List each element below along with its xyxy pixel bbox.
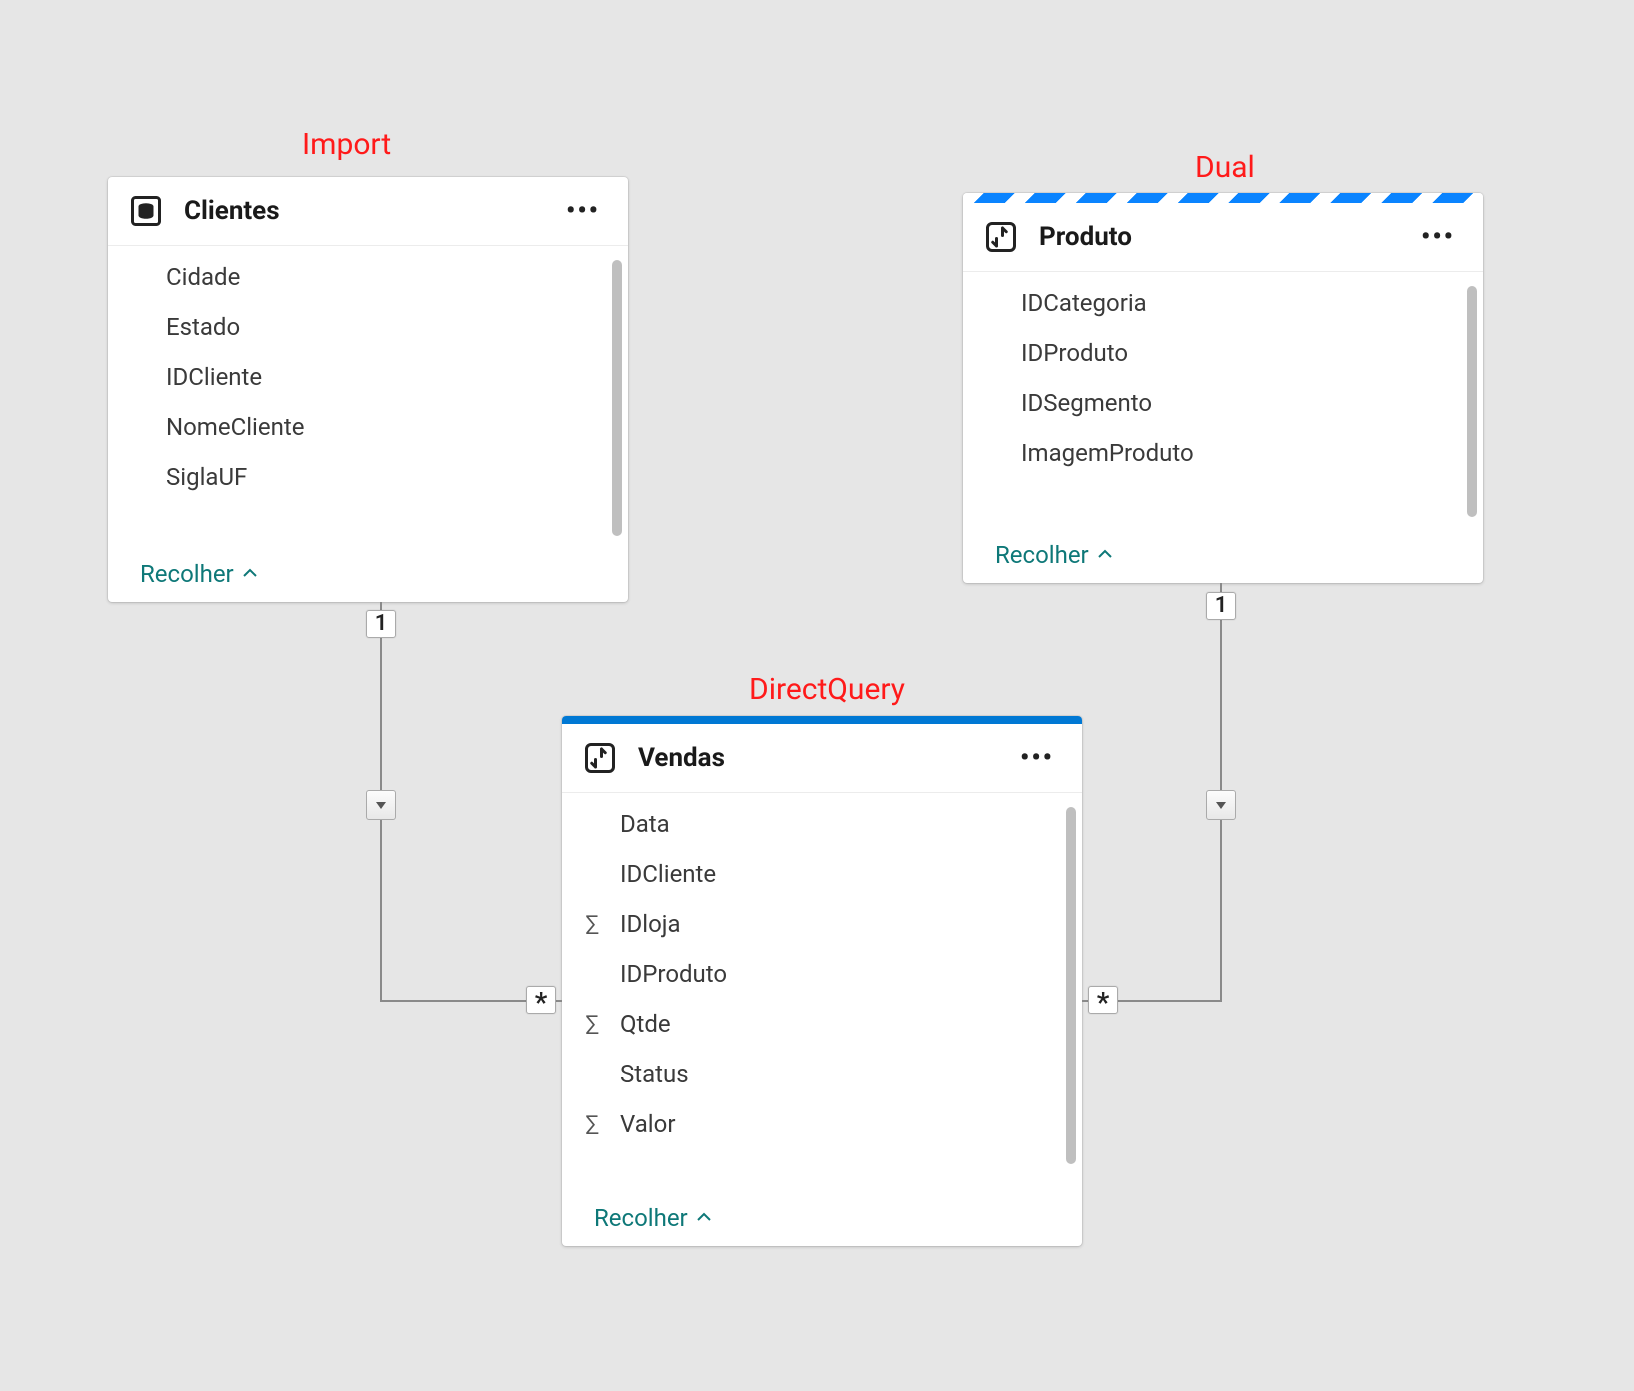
field-row[interactable]: SiglaUF [108,452,628,502]
table-header-produto[interactable]: Produto ••• [963,203,1483,272]
field-label: Cidade [158,263,240,291]
field-label: IDCliente [612,860,716,888]
field-label: IDProduto [1013,339,1128,367]
cardinality-many-badge: * [526,986,556,1014]
field-label: Qtde [612,1010,671,1038]
field-list: Cidade Estado IDCliente NomeCliente Sigl… [108,246,628,550]
sigma-icon: ∑ [572,1012,612,1037]
cardinality-one-badge: 1 [366,610,396,638]
filter-direction-icon [1206,790,1236,820]
field-label: IDSegmento [1013,389,1152,417]
field-label: Data [612,810,670,838]
field-row[interactable]: ∑Valor [562,1099,1082,1149]
field-row[interactable]: Data [562,799,1082,849]
field-label: Valor [612,1110,675,1138]
chevron-up-icon [242,565,258,581]
collapse-label: Recolher [594,1204,688,1232]
table-card-clientes[interactable]: Clientes ••• Cidade Estado IDCliente Nom… [108,177,628,602]
table-title: Clientes [184,196,560,226]
field-label: IDCategoria [1013,289,1147,317]
field-label: Estado [158,313,240,341]
table-card-vendas[interactable]: Vendas ••• Data IDCliente ∑IDloja IDProd… [562,716,1082,1246]
field-row[interactable]: ∑IDloja [562,899,1082,949]
field-row[interactable]: NomeCliente [108,402,628,452]
scrollbar[interactable] [1066,807,1076,1164]
field-label: NomeCliente [158,413,304,441]
field-label: SiglaUF [158,463,247,491]
field-label: ImagemProduto [1013,439,1194,467]
field-row[interactable]: Cidade [108,252,628,302]
cardinality-many-badge: * [1088,986,1118,1014]
field-row[interactable]: Status [562,1049,1082,1099]
collapse-toggle[interactable]: Recolher [108,550,628,602]
chevron-up-icon [1097,546,1113,562]
filter-direction-icon [366,790,396,820]
storage-mode-label-dual: Dual [1195,150,1255,185]
chevron-up-icon [696,1209,712,1225]
field-row[interactable]: IDSegmento [963,378,1483,428]
field-label: IDCliente [158,363,262,391]
storage-mode-label-directquery: DirectQuery [749,672,905,707]
table-title: Vendas [638,743,1014,773]
field-list: Data IDCliente ∑IDloja IDProduto ∑Qtde S… [562,793,1082,1194]
field-row[interactable]: ImagemProduto [963,428,1483,478]
collapse-toggle[interactable]: Recolher [963,531,1483,583]
model-canvas: { "labels": { "import": "Import", "dual"… [0,0,1634,1391]
field-label: IDProduto [612,960,727,988]
field-row[interactable]: ∑Qtde [562,999,1082,1049]
collapse-label: Recolher [995,541,1089,569]
field-row[interactable]: IDProduto [562,949,1082,999]
database-icon [128,193,164,229]
table-header-vendas[interactable]: Vendas ••• [562,724,1082,793]
scrollbar[interactable] [612,260,622,536]
sigma-icon: ∑ [572,912,612,937]
table-title: Produto [1039,222,1415,252]
field-row[interactable]: IDProduto [963,328,1483,378]
field-label: Status [612,1060,689,1088]
field-row[interactable]: IDCliente [562,849,1082,899]
directquery-icon [582,740,618,776]
storage-mode-label-import: Import [302,127,391,162]
field-row[interactable]: IDCliente [108,352,628,402]
field-row[interactable]: Estado [108,302,628,352]
sigma-icon: ∑ [572,1112,612,1137]
collapse-toggle[interactable]: Recolher [562,1194,1082,1246]
cardinality-one-badge: 1 [1206,592,1236,620]
more-icon[interactable]: ••• [560,196,606,226]
more-icon[interactable]: ••• [1014,743,1060,773]
more-icon[interactable]: ••• [1415,222,1461,252]
table-card-produto[interactable]: Produto ••• IDCategoria IDProduto IDSegm… [963,193,1483,583]
field-row[interactable]: IDCategoria [963,278,1483,328]
field-list: IDCategoria IDProduto IDSegmento ImagemP… [963,272,1483,531]
scrollbar[interactable] [1467,286,1477,517]
collapse-label: Recolher [140,560,234,588]
table-header-clientes[interactable]: Clientes ••• [108,177,628,246]
field-label: IDloja [612,910,681,938]
directquery-icon [983,219,1019,255]
